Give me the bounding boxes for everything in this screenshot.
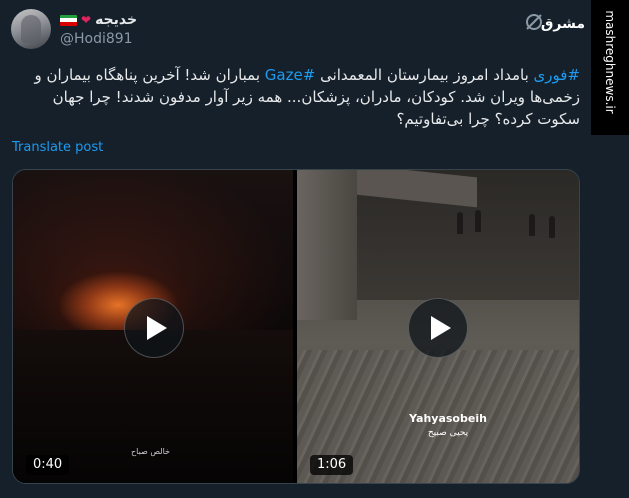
hashtag-urgent[interactable]: #فوری [534,66,580,84]
site-watermark: mashreghnews.ir [591,0,629,135]
video-2-duration: 1:06 [310,455,354,475]
video-1-caption: خالص صباح [131,447,170,456]
person-silhouette [457,212,463,234]
credit-name: Yahyasobeih [409,412,487,425]
user-handle[interactable]: @Hodi891 [60,31,133,47]
display-name[interactable]: خدیجه [95,12,137,28]
video-2-credit: Yahyasobeih يحيى صبيح [408,412,488,440]
red-apple-icon: ❤ [81,13,92,27]
post-text-part1: بامداد امروز بیمارستان المعمدانی [315,66,534,84]
translate-post-link[interactable]: Translate post [12,140,103,155]
iran-flag-icon [60,14,77,26]
person-silhouette [529,214,535,236]
avatar[interactable] [11,9,51,49]
video-1[interactable]: خالص صباح 0:40 [13,170,293,483]
video-1-duration: 0:40 [26,455,70,475]
play-button-icon[interactable] [408,298,468,358]
flag-stripe-red [60,21,77,26]
media-grid: خالص صباح 0:40 1:06 Yahyasobeih يحيى صبي… [12,169,580,484]
hashtag-place[interactable]: #Gaze [265,66,316,84]
play-button-icon[interactable] [124,298,184,358]
watermark-text: mashreghnews.ir [603,10,617,114]
person-silhouette [549,216,555,238]
person-silhouette [475,210,481,232]
mashregh-logo: مشرق [540,16,585,32]
credit-subtitle: يحيى صبيح [427,428,469,438]
broken-wall [297,170,357,320]
author-name-row[interactable]: ❤ خدیجه [60,11,137,29]
post-text: #فوری بامداد امروز بیمارستان المعمدانی #… [12,64,580,130]
